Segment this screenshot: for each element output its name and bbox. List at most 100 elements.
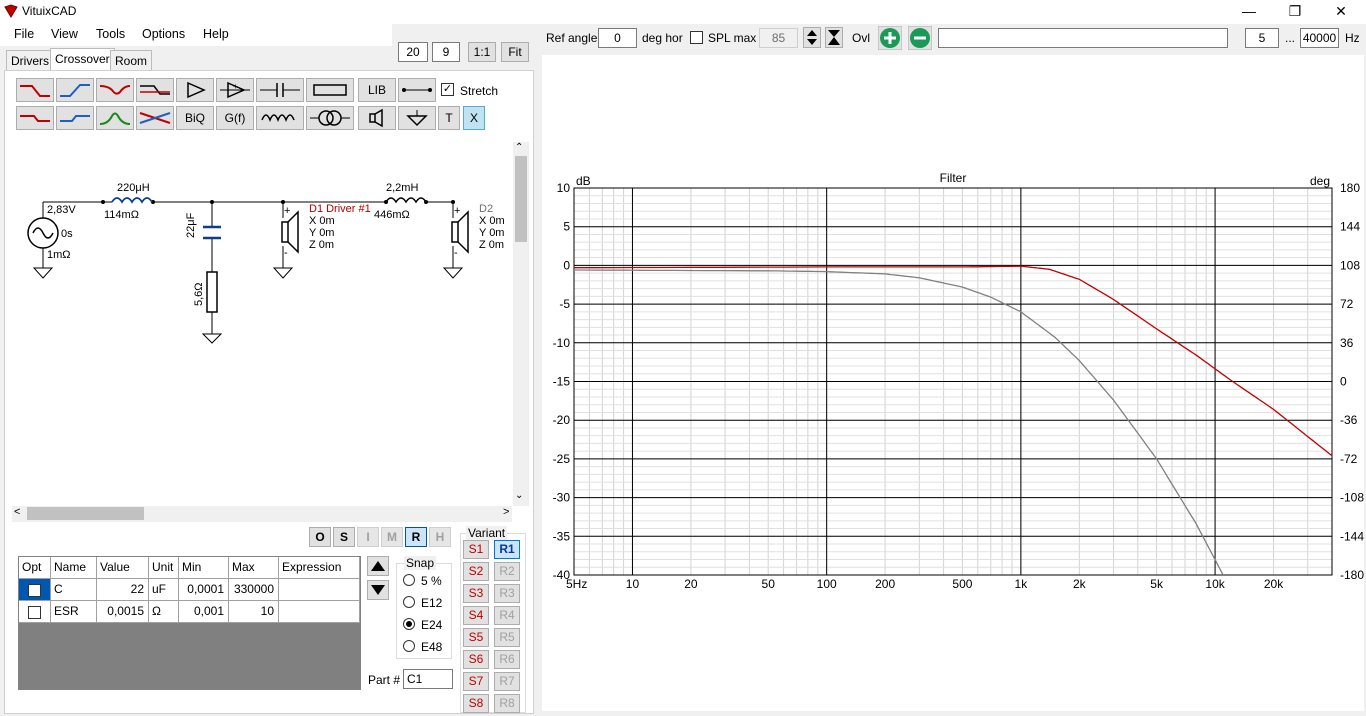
variant-r6-button[interactable]: R6 xyxy=(494,650,520,669)
row-c-expression[interactable] xyxy=(279,579,360,601)
fit-button[interactable]: Fit xyxy=(501,42,529,62)
highpass-first-order-tool[interactable] xyxy=(56,106,94,130)
notch-red-tool[interactable] xyxy=(96,78,134,102)
variant-s2-button[interactable]: S2 xyxy=(463,562,489,581)
variant-s6-button[interactable]: S6 xyxy=(463,650,489,669)
tab-room[interactable]: Room xyxy=(110,50,153,70)
mode-r-button[interactable]: R xyxy=(405,527,427,547)
row-c-value[interactable]: 22 xyxy=(97,579,149,601)
variant-s8-button[interactable]: S8 xyxy=(463,694,489,713)
row-esr-opt-checkbox[interactable] xyxy=(28,606,41,619)
menu-view[interactable]: View xyxy=(51,27,78,41)
menu-file[interactable]: File xyxy=(14,27,34,41)
row-esr-opt-cell[interactable] xyxy=(19,601,51,623)
row-c-min[interactable]: 0,0001 xyxy=(179,579,229,601)
row-c-opt-cell[interactable] xyxy=(19,579,51,601)
snap-e24-radio[interactable] xyxy=(403,618,415,630)
variant-s5-button[interactable]: S5 xyxy=(463,628,489,647)
summing-amp-tool[interactable]: + xyxy=(216,78,254,102)
transformer-tool[interactable] xyxy=(306,106,354,130)
maximize-icon[interactable]: ❐ xyxy=(1272,0,1318,22)
lowpass-stepped-tool[interactable] xyxy=(136,78,174,102)
vscroll-thumb[interactable] xyxy=(515,156,527,242)
menu-tools[interactable]: Tools xyxy=(96,27,125,41)
scroll-right-icon[interactable]: > xyxy=(503,506,509,518)
row-esr-expression[interactable] xyxy=(279,601,360,623)
hourglass-icon[interactable] xyxy=(825,27,843,48)
inductor-tool[interactable] xyxy=(256,106,304,130)
variant-r4-button[interactable]: R4 xyxy=(494,606,520,625)
mode-h-button[interactable]: H xyxy=(429,527,451,547)
menu-options[interactable]: Options xyxy=(142,27,185,41)
mode-o-button[interactable]: O xyxy=(309,527,331,547)
variant-r1-button[interactable]: R1 xyxy=(494,540,520,559)
variant-s7-button[interactable]: S7 xyxy=(463,672,489,691)
minimize-icon[interactable]: — xyxy=(1226,0,1272,22)
variant-r5-button[interactable]: R5 xyxy=(494,628,520,647)
buffer-amp-tool[interactable] xyxy=(176,78,214,102)
d1-y-label: Y 0m xyxy=(309,227,335,239)
filter-chart[interactable]: 5Hz 10 20 50 100 200 500 1k 2k 5k 10k 20k1050-5-10-… xyxy=(542,55,1364,711)
crossover-cross-tool[interactable] xyxy=(136,106,174,130)
menu-help[interactable]: Help xyxy=(203,27,229,41)
variant-r2-button[interactable]: R2 xyxy=(494,562,520,581)
spl-max-field[interactable]: 85 xyxy=(759,28,798,48)
tab-crossover[interactable]: Crossover xyxy=(50,48,115,71)
library-button[interactable]: LIB xyxy=(358,78,396,102)
lowpass-red-tool[interactable] xyxy=(16,78,54,102)
remove-overlay-icon[interactable] xyxy=(907,25,933,51)
snap-e48-radio[interactable] xyxy=(403,640,415,652)
text-tool-button[interactable]: T xyxy=(438,106,460,130)
hscroll-thumb[interactable] xyxy=(27,507,144,520)
row-c-opt-checkbox[interactable] xyxy=(28,584,41,597)
deg-hor-label: deg hor xyxy=(642,31,683,45)
row-esr-value[interactable]: 0,0015 xyxy=(97,601,149,623)
part-number-field[interactable]: C1 xyxy=(403,669,453,689)
row-esr-unit: Ω xyxy=(149,601,179,623)
scroll-left-icon[interactable]: < xyxy=(14,506,20,518)
snap-e12-radio[interactable] xyxy=(403,596,415,608)
add-overlay-icon[interactable] xyxy=(877,25,903,51)
variant-r3-button[interactable]: R3 xyxy=(494,584,520,603)
snap-5pct-radio[interactable] xyxy=(403,574,415,586)
delete-tool-button[interactable]: X xyxy=(463,106,485,130)
variant-s3-button[interactable]: S3 xyxy=(463,584,489,603)
overlay-name-field[interactable] xyxy=(938,28,1228,48)
mode-s-button[interactable]: S xyxy=(333,527,355,547)
scroll-up-icon[interactable]: ⌃ xyxy=(515,142,523,153)
variant-r8-button[interactable]: R8 xyxy=(494,694,520,713)
freq-min-field[interactable]: 5 xyxy=(1245,28,1279,48)
resistor-tool[interactable] xyxy=(306,78,354,102)
capacitor-tool[interactable] xyxy=(256,78,304,102)
wire-tool[interactable] xyxy=(398,78,436,102)
tab-drivers[interactable]: Drivers xyxy=(6,50,54,70)
variant-s1-button[interactable]: S1 xyxy=(463,540,489,559)
move-up-button[interactable] xyxy=(367,556,389,576)
y-tick-label: -30 xyxy=(553,491,571,505)
freq-max-field[interactable]: 40000 xyxy=(1300,28,1339,48)
variant-s4-button[interactable]: S4 xyxy=(463,606,489,625)
ground-tool[interactable] xyxy=(398,106,436,130)
biquad-button[interactable]: BiQ xyxy=(176,106,214,130)
grid-width-field[interactable]: 20 xyxy=(398,42,428,62)
move-down-button[interactable] xyxy=(367,580,389,600)
lowpass-first-order-tool[interactable] xyxy=(16,106,54,130)
row-esr-min[interactable]: 0,001 xyxy=(179,601,229,623)
variant-r7-button[interactable]: R7 xyxy=(494,672,520,691)
row-c-max[interactable]: 330000 xyxy=(229,579,279,601)
highpass-blue-tool[interactable] xyxy=(56,78,94,102)
spl-spinner-icon[interactable] xyxy=(803,27,821,48)
row-esr-max[interactable]: 10 xyxy=(229,601,279,623)
speaker-tool[interactable] xyxy=(358,106,396,130)
ref-angle-field[interactable]: 0 xyxy=(598,28,637,48)
bandpass-green-tool[interactable] xyxy=(96,106,134,130)
close-icon[interactable]: ✕ xyxy=(1318,0,1364,22)
grid-height-field[interactable]: 9 xyxy=(432,42,460,62)
scroll-down-icon[interactable]: ⌄ xyxy=(515,490,523,501)
mode-i-button[interactable]: I xyxy=(357,527,379,547)
spl-max-checkbox[interactable] xyxy=(690,31,703,44)
mode-m-button[interactable]: M xyxy=(381,527,403,547)
one-to-one-button[interactable]: 1:1 xyxy=(468,42,496,62)
transfer-function-button[interactable]: G(f) xyxy=(216,106,254,130)
stretch-checkbox[interactable]: ✓ xyxy=(441,83,454,96)
